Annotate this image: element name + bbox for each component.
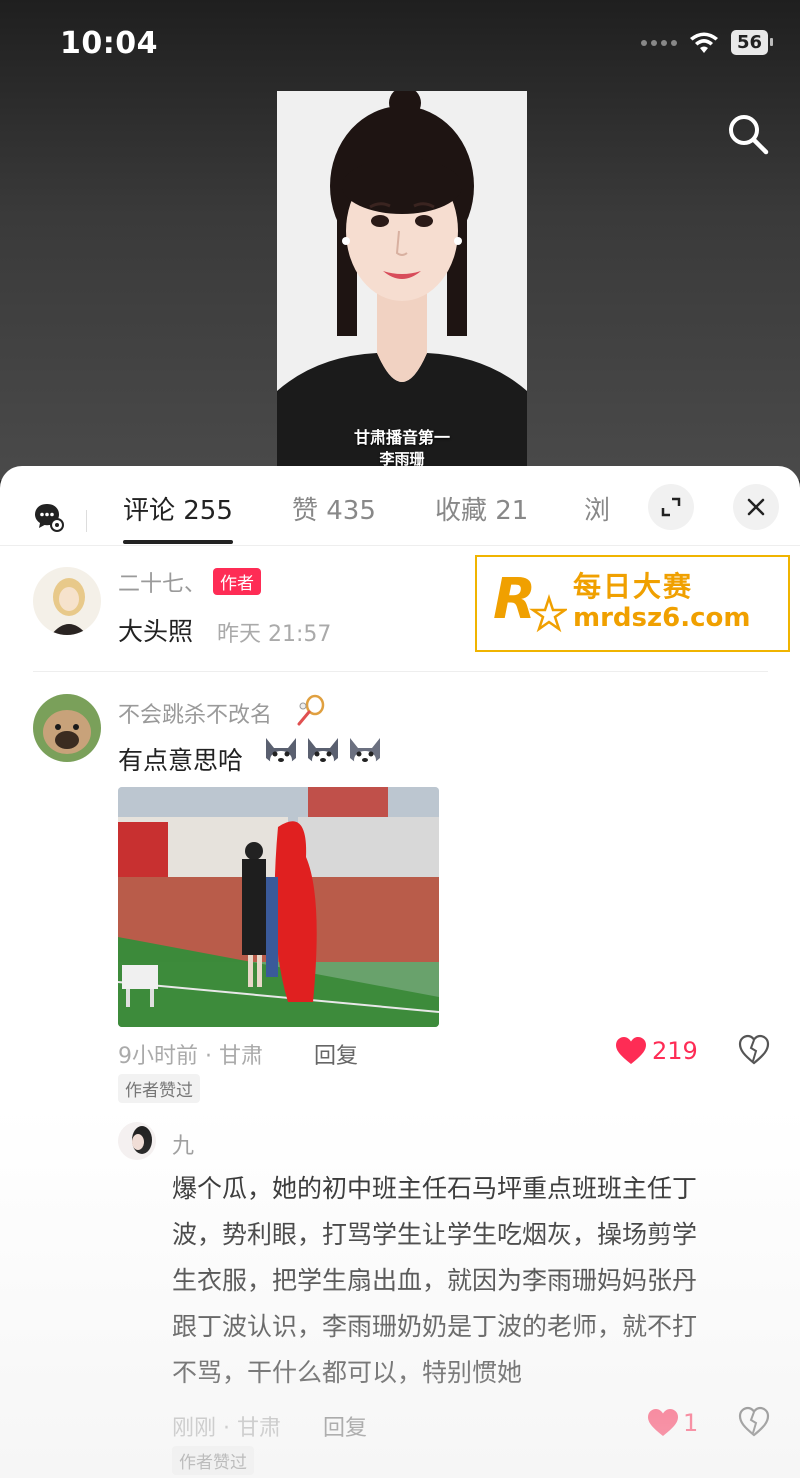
tab-divider [86, 510, 87, 532]
watermark-logo: R [493, 567, 567, 633]
reply-text: 爆个瓜，她的初中班主任石马坪重点班班主任丁 波，势利眼，打骂学生让学生吃烟灰，操… [172, 1166, 772, 1396]
dislike-heart-icon[interactable] [738, 1406, 770, 1438]
comment-time: 9小时前 · 甘肃 [118, 1044, 263, 1069]
reply-button[interactable]: 回复 [323, 1410, 367, 1442]
badminton-racket-icon [297, 694, 325, 726]
author-liked-badge: 作者赞过 [172, 1446, 254, 1475]
watermark-url: mrdsz6.com [573, 603, 751, 633]
battery-indicator: 56 [730, 30, 774, 55]
reply-username[interactable]: 九 [172, 1128, 194, 1160]
author-badge: 作者 [213, 568, 261, 595]
status-time: 10:04 [60, 26, 158, 61]
husky-emoji-icon [308, 738, 338, 769]
tab-favorites[interactable]: 收藏 21 [435, 490, 528, 527]
avatar[interactable] [33, 567, 101, 635]
reply-text-line: 不骂，干什么都可以，特别惯她 [172, 1358, 523, 1387]
comment-divider [33, 671, 768, 672]
close-icon [747, 498, 765, 516]
comment-sheet: 评论 255 赞 435 收藏 21 浏 二十七、 作者 大头照 昨天 21:5 [0, 466, 800, 1478]
video-caption-line1: 甘肃播音第一 [353, 428, 450, 447]
reply-button[interactable]: 回复 [314, 1038, 358, 1070]
svg-text:R: R [493, 567, 536, 632]
search-icon [729, 115, 769, 155]
comment-username[interactable]: 二十七、 [118, 566, 206, 598]
like-count: 219 [652, 1037, 698, 1065]
tab-likes[interactable]: 赞 435 [292, 490, 376, 527]
author-liked-badge: 作者赞过 [118, 1074, 200, 1103]
expand-icon [661, 497, 681, 517]
watermark-banner: R 每日大赛 mrdsz6.com [475, 555, 790, 652]
comment-text: 大头照 [118, 617, 194, 646]
video-area[interactable]: 10:04 56 甘肃播音第一 李雨珊 [0, 0, 800, 480]
active-tab-indicator [123, 540, 233, 544]
comment-time: 昨天 21:57 [217, 622, 332, 647]
expand-button[interactable] [648, 484, 694, 530]
heart-filled-icon[interactable] [647, 1408, 679, 1438]
search-button[interactable] [722, 108, 774, 160]
avatar[interactable] [118, 1122, 156, 1160]
wifi-icon [689, 32, 718, 53]
husky-emoji-icon [266, 738, 296, 769]
reply-text-line: 跟丁波认识，李雨珊奶奶是丁波的老师，就不打 [172, 1312, 698, 1341]
reply-text-line: 生衣服，把学生扇出血，就因为李雨珊妈妈张丹 [172, 1266, 698, 1295]
tab-bar: 评论 255 赞 435 收藏 21 浏 [0, 466, 800, 546]
status-bar: 10:04 56 [60, 26, 774, 66]
comment-username[interactable]: 不会跳杀不改名 [118, 697, 272, 729]
reply-text-line: 波，势利眼，打骂学生让学生吃烟灰，操场剪学 [172, 1220, 698, 1249]
watermark-title: 每日大赛 [573, 570, 694, 603]
comment-text: 有点意思哈 [118, 746, 244, 775]
comment-photo[interactable] [118, 787, 439, 1027]
reply-text-line: 爆个瓜，她的初中班主任石马坪重点班班主任丁 [172, 1174, 698, 1203]
dislike-heart-icon[interactable] [738, 1034, 770, 1066]
emoji-row [262, 736, 384, 772]
reply-time: 刚刚 · 甘肃 [172, 1416, 281, 1441]
tab-views[interactable]: 浏 [584, 490, 610, 527]
tab-comments[interactable]: 评论 255 [123, 490, 233, 527]
status-icons: 56 [640, 30, 774, 55]
husky-emoji-icon [350, 738, 380, 769]
signal-dots-icon [640, 39, 677, 46]
close-button[interactable] [733, 484, 779, 530]
heart-filled-icon[interactable] [615, 1036, 647, 1066]
avatar[interactable] [33, 694, 101, 762]
like-count: 1 [683, 1409, 699, 1437]
comment-settings-icon[interactable] [33, 502, 65, 532]
video-portrait-image [277, 91, 527, 480]
